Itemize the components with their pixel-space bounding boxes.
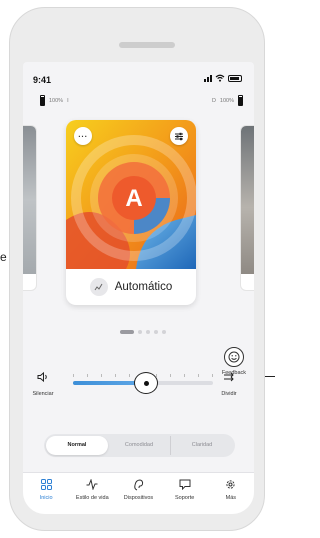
phone-battery-icon bbox=[228, 74, 242, 82]
nav-label: Inicio bbox=[39, 495, 53, 501]
volume-tick bbox=[212, 374, 213, 377]
left-side-label: I bbox=[67, 97, 69, 104]
program-photo bbox=[241, 126, 254, 274]
nav-label: Dispositivos bbox=[123, 495, 154, 501]
more-options-button[interactable]: ··· bbox=[74, 127, 92, 145]
volume-tick bbox=[170, 374, 171, 377]
next-program-card[interactable] bbox=[240, 125, 254, 291]
status-icons bbox=[204, 74, 242, 82]
activity-icon bbox=[86, 478, 98, 491]
app-screen: 9:41 100% I D 100% A ··· Automático Feed… bbox=[23, 62, 254, 514]
volume-slider[interactable] bbox=[73, 371, 213, 394]
tab-comodidad[interactable]: Comodidad bbox=[108, 436, 170, 455]
nav-item-soporte[interactable]: Soporte bbox=[163, 479, 207, 501]
wifi-icon bbox=[215, 74, 225, 82]
split-label: Dividir bbox=[221, 391, 237, 397]
right-battery-level: 100% bbox=[219, 97, 234, 104]
pager-dot-active[interactable] bbox=[120, 330, 134, 334]
pager-dot[interactable] bbox=[162, 330, 166, 334]
pager-dot[interactable] bbox=[138, 330, 142, 334]
nav-label: Más bbox=[225, 495, 237, 501]
right-battery-icon bbox=[238, 95, 243, 106]
volume-tick bbox=[184, 374, 185, 377]
tab-claridad[interactable]: Claridad bbox=[170, 436, 233, 455]
mute-button[interactable]: Silenciar bbox=[30, 371, 56, 397]
left-hearing-aid-status: 100% I bbox=[40, 95, 69, 106]
volume-tick bbox=[198, 374, 199, 377]
nav-item-inicio[interactable]: Inicio bbox=[24, 479, 68, 501]
pager-dot[interactable] bbox=[146, 330, 150, 334]
sound-mode-tabs: Normal Comodidad Claridad bbox=[44, 434, 235, 457]
page: e 9:41 100% I D 100% A ··· Automático Fe… bbox=[0, 0, 275, 538]
phone-speaker bbox=[119, 42, 175, 48]
speaker-icon bbox=[37, 371, 49, 385]
program-photo bbox=[23, 126, 36, 274]
split-button[interactable]: Dividir bbox=[216, 371, 242, 397]
hearing-aid-icon bbox=[133, 479, 144, 491]
mute-label: Silenciar bbox=[32, 391, 54, 397]
nav-label: Soporte bbox=[175, 495, 195, 501]
nav-item-dispositivos[interactable]: Dispositivos bbox=[116, 479, 160, 501]
tab-normal[interactable]: Normal bbox=[46, 436, 108, 455]
program-card-footer: Automático bbox=[66, 269, 196, 305]
program-title: Automático bbox=[114, 281, 173, 293]
automatic-icon bbox=[89, 278, 108, 296]
gear-icon bbox=[225, 479, 236, 491]
signal-icon bbox=[204, 74, 212, 82]
volume-tick bbox=[129, 374, 130, 377]
program-pager bbox=[120, 330, 166, 334]
nav-item-mas[interactable]: Más bbox=[209, 479, 253, 501]
nav-label: Estilo de vida bbox=[75, 495, 109, 501]
nav-item-estilo-de-vida[interactable]: Estilo de vida bbox=[70, 478, 114, 501]
sliders-icon[interactable] bbox=[170, 127, 188, 145]
volume-tick bbox=[115, 374, 116, 377]
right-hearing-aid-status: D 100% bbox=[212, 95, 243, 106]
volume-thumb[interactable] bbox=[134, 372, 158, 394]
program-letter: A bbox=[125, 185, 142, 212]
left-battery-level: 100% bbox=[49, 97, 64, 104]
volume-controls: Silenciar Dividir bbox=[23, 371, 254, 411]
smiley-icon bbox=[223, 347, 244, 367]
left-battery-icon bbox=[40, 95, 45, 106]
chat-bubble-icon bbox=[179, 479, 191, 491]
right-side-label: D bbox=[211, 97, 216, 104]
status-time: 9:41 bbox=[33, 75, 52, 85]
volume-tick bbox=[101, 374, 102, 377]
volume-tick bbox=[87, 374, 88, 377]
volume-tick bbox=[73, 374, 74, 377]
home-grid-icon bbox=[40, 479, 52, 491]
bottom-navigation: Inicio Estilo de vida Dispositivos Sopor… bbox=[23, 472, 254, 514]
previous-program-card[interactable] bbox=[23, 125, 37, 291]
pager-dot[interactable] bbox=[154, 330, 158, 334]
program-card-automatic[interactable]: A ··· Automático bbox=[66, 120, 196, 305]
annotation-fragment: e bbox=[0, 250, 7, 264]
split-arrows-icon bbox=[223, 371, 235, 385]
